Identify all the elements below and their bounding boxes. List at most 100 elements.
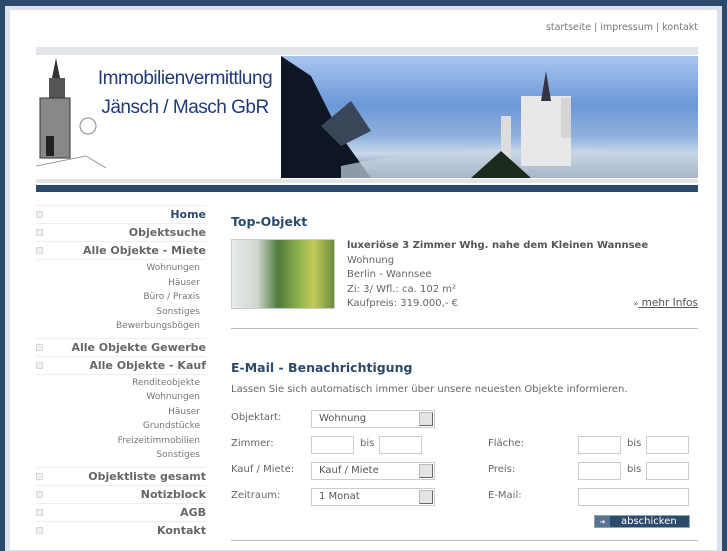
- sidebar-nav: Home Objektsuche Alle Objekte - Miete Wohnu…: [36, 205, 206, 539]
- kauf-miete-label: Kauf / Miete:: [231, 464, 295, 475]
- sidebar-item[interactable]: Alle Objekte - Kauf: [36, 355, 206, 374]
- objektart-label: Objektart:: [231, 412, 282, 423]
- sidebar-item[interactable]: Alle Objekte Gewerbe: [36, 337, 206, 356]
- property-title[interactable]: luxeriöse 3 Zimmer Whg. nahe dem Kleinen…: [347, 240, 648, 251]
- sidebar-item-label: AGB: [180, 505, 206, 519]
- brand-line2: Jänsch / Masch GbR: [101, 97, 269, 118]
- dropdown-arrow-icon: [419, 464, 433, 478]
- divider: [231, 328, 698, 329]
- sidebar-item[interactable]: Alle Objekte - Miete: [36, 241, 206, 259]
- sidebar-subitem[interactable]: Wohnungen: [36, 261, 200, 276]
- zeitraum-label: Zeitraum:: [231, 490, 281, 501]
- sidebar-item-label: Objektsuche: [128, 226, 206, 239]
- bullet-icon: [36, 508, 43, 516]
- bullet-icon: [36, 490, 43, 498]
- bullet-icon: [36, 229, 43, 236]
- company-name: Immobilienvermittlung Jänsch / Masch GbR: [92, 64, 278, 122]
- flaeche-label: Fläche:: [488, 438, 525, 449]
- sidebar-item[interactable]: Notizblock: [36, 484, 206, 503]
- sidebar-subitem[interactable]: Büro / Praxis: [36, 290, 200, 305]
- submit-button[interactable]: ➔ abschicken: [594, 515, 690, 528]
- dropdown-arrow-icon: [419, 412, 433, 426]
- brand-line1: Immobilienvermittlung: [97, 68, 273, 89]
- link-startseite[interactable]: startseite: [546, 22, 591, 33]
- objektart-select[interactable]: Wohnung: [311, 410, 435, 428]
- sidebar-item-label: Kontakt: [157, 523, 206, 537]
- sidebar-item[interactable]: Objektsuche: [36, 223, 206, 241]
- kauf-miete-value: Kauf / Miete: [319, 465, 379, 476]
- flaeche-to-input[interactable]: [646, 436, 689, 454]
- submit-label: abschicken: [621, 516, 677, 527]
- property-location: Berlin - Wannsee: [347, 269, 432, 280]
- bullet-icon: [36, 472, 43, 480]
- sidebar-subitem[interactable]: Bewerbungsbögen: [36, 319, 200, 334]
- divider-bar: [36, 179, 698, 183]
- bullet-icon: [36, 247, 43, 254]
- sidebar-item-label: Objektliste gesamt: [88, 469, 206, 483]
- preis-label: Preis:: [488, 464, 516, 475]
- bullet-icon: [36, 526, 43, 534]
- preis-from-input[interactable]: [578, 462, 621, 480]
- sidebar-subitem[interactable]: Sonstiges: [36, 305, 200, 320]
- property-thumbnail[interactable]: [231, 239, 335, 309]
- section-heading: E-Mail - Benachrichtigung: [231, 360, 413, 375]
- bullet-icon: [36, 343, 43, 351]
- sidebar-subitem[interactable]: Grundstücke: [36, 419, 200, 434]
- bis-label: bis: [627, 438, 642, 449]
- section-heading: Top-Objekt: [231, 214, 308, 229]
- divider-bar: [36, 47, 698, 55]
- sidebar-item-label: Home: [170, 208, 206, 221]
- sidebar-subitem[interactable]: Sonstiges: [36, 448, 200, 463]
- sidebar-item-label: Alle Objekte - Kauf: [89, 358, 206, 372]
- property-type: Wohnung: [347, 254, 395, 266]
- sidebar-item[interactable]: Kontakt: [36, 520, 206, 539]
- sidebar-submenu: Renditeobjekte Wohnungen Häuser Grundstücke…: [36, 373, 206, 467]
- sidebar-subitem[interactable]: Häuser: [36, 276, 200, 291]
- zeitraum-value: 1 Monat: [319, 491, 360, 502]
- bullet-icon: [36, 361, 43, 369]
- castle-photo: [281, 56, 698, 178]
- top-links: startseite | impressum | kontakt: [545, 22, 698, 33]
- more-info-link[interactable]: » mehr Infos: [633, 297, 698, 309]
- intro-text: Lassen Sie sich automatisch immer über u…: [231, 384, 628, 395]
- sidebar-item-label: Alle Objekte - Miete: [83, 244, 206, 257]
- email-label: E-Mail:: [488, 490, 522, 501]
- link-kontakt[interactable]: kontakt: [662, 22, 698, 33]
- sidebar-subitem[interactable]: Renditeobjekte: [36, 376, 200, 391]
- kauf-miete-select[interactable]: Kauf / Miete: [311, 462, 435, 480]
- arrow-right-icon: ➔: [595, 516, 610, 527]
- zimmer-from-input[interactable]: [311, 436, 354, 454]
- top-object-section: Top-Objekt luxeriöse 3 Zimmer Whg. nahe …: [231, 214, 698, 339]
- zimmer-label: Zimmer:: [231, 438, 274, 449]
- header-banner: Immobilienvermittlung Jänsch / Masch GbR: [36, 56, 698, 178]
- double-arrow-icon: »: [633, 299, 639, 308]
- flaeche-from-input[interactable]: [578, 436, 621, 454]
- email-input[interactable]: [578, 488, 689, 506]
- zimmer-to-input[interactable]: [379, 436, 422, 454]
- email-notification-section: E-Mail - Benachrichtigung Lassen Sie sic…: [231, 360, 698, 550]
- more-info-label: mehr Infos: [641, 297, 698, 309]
- link-impressum[interactable]: impressum: [600, 22, 653, 33]
- property-info: luxeriöse 3 Zimmer Whg. nahe dem Kleinen…: [347, 239, 648, 312]
- property-price: Kaufpreis: 319.000,- €: [347, 298, 458, 309]
- preis-to-input[interactable]: [646, 462, 689, 480]
- sidebar-item[interactable]: AGB: [36, 502, 206, 521]
- bis-label: bis: [627, 464, 642, 475]
- navigation-bar: [36, 185, 698, 192]
- bullet-icon: [36, 211, 43, 218]
- sidebar-submenu: Wohnungen Häuser Büro / Praxis Sonstiges Bew…: [36, 259, 206, 338]
- zeitraum-select[interactable]: 1 Monat: [311, 488, 435, 506]
- property-rooms: Zi: 3/ Wfl.: ca. 102 m²: [347, 283, 456, 295]
- sidebar-subitem[interactable]: Wohnungen: [36, 390, 200, 405]
- sidebar-item[interactable]: Objektliste gesamt: [36, 466, 206, 485]
- bis-label: bis: [360, 438, 375, 449]
- sidebar-item-label: Alle Objekte Gewerbe: [71, 340, 206, 354]
- divider: [231, 540, 698, 541]
- sidebar-item-label: Notizblock: [140, 487, 206, 501]
- objektart-value: Wohnung: [319, 413, 367, 424]
- dropdown-arrow-icon: [419, 490, 433, 504]
- page: startseite | impressum | kontakt Immobil…: [10, 10, 717, 550]
- sidebar-item[interactable]: Home: [36, 205, 206, 223]
- sidebar-subitem[interactable]: Freizeitimmobilien: [36, 434, 200, 449]
- sidebar-subitem[interactable]: Häuser: [36, 405, 200, 420]
